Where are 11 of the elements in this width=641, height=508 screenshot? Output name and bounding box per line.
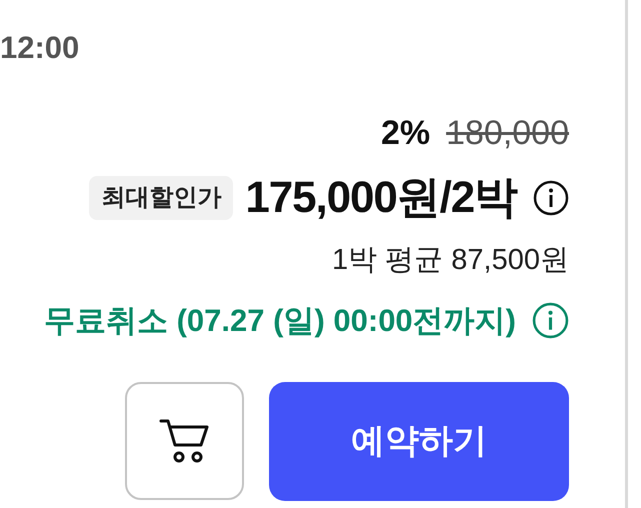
info-icon[interactable] (533, 180, 569, 216)
discount-rate: 2% (380, 116, 430, 150)
free-cancellation-text: 무료취소 (07.27 (일) 00:00전까지) (44, 305, 516, 336)
original-price: 180,000 (446, 116, 569, 150)
cart-icon (158, 417, 210, 465)
reserve-button[interactable]: 예약하기 (269, 382, 569, 501)
discount-badge: 최대할인가 (89, 176, 234, 220)
check-in-time: 12:00 (0, 32, 80, 63)
average-price: 1박 평균 87,500원 (332, 246, 569, 275)
total-price: 175,000원/2박 (245, 176, 517, 220)
cart-button[interactable] (125, 382, 244, 500)
